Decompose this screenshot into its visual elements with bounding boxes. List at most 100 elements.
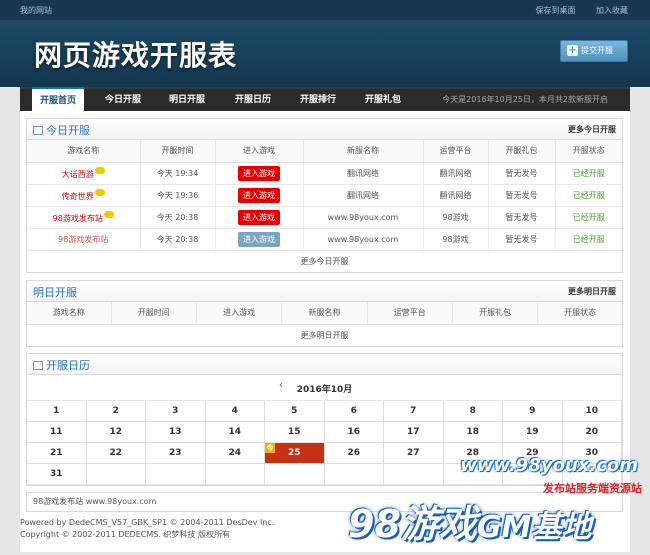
tomorrow-title: 明日开服 — [33, 286, 77, 299]
calendar-month: 2016年10月 — [296, 385, 353, 395]
col-header: 游戏名称 — [27, 302, 112, 325]
calendar-day-number: 24 — [228, 448, 242, 458]
nav-item-ranking[interactable]: 开服排行 — [300, 89, 336, 111]
calendar-day-number: 22 — [109, 448, 123, 458]
header: 网页游戏开服表 + 提交开服 — [0, 20, 650, 87]
today-more-row[interactable]: 更多今日开服 — [27, 251, 622, 272]
col-header: 进入游戏 — [196, 302, 283, 325]
calendar-day-number: 25 — [287, 448, 301, 458]
calendar-day[interactable]: 5 — [265, 401, 325, 422]
enter-game-button[interactable]: 进入游戏 — [238, 187, 280, 203]
today-table: 游戏名称 开服时间 进入游戏 新服名称 运营平台 开服礼包 开服状态 大话西游 … — [27, 140, 622, 251]
calendar-day[interactable]: 30 — [562, 443, 622, 464]
site-logo[interactable]: 网页游戏开服表 — [34, 34, 237, 74]
game-name-link[interactable]: 大话西游 — [62, 170, 94, 179]
calendar-day-number: 4 — [231, 406, 238, 416]
calendar-day[interactable]: 23 — [146, 443, 206, 464]
calendar-day[interactable]: 1 — [27, 401, 87, 422]
calendar-day[interactable]: 25 今 — [265, 443, 325, 464]
calendar-day[interactable]: 29 — [503, 443, 563, 464]
enter-game-button[interactable]: 进入游戏 — [238, 165, 280, 181]
new-badge-icon — [103, 210, 114, 218]
game-name-link[interactable]: 传奇世界 — [62, 192, 94, 201]
favorite-link[interactable]: 加入收藏 — [596, 6, 628, 15]
calendar-day-number: 8 — [469, 406, 476, 416]
calendar-day[interactable]: 4 — [205, 401, 265, 422]
calendar-day[interactable]: 7 — [384, 401, 444, 422]
calendar-day-number: 11 — [49, 427, 63, 437]
server-name: 翻讯网络 — [303, 162, 424, 185]
calendar-empty-cell — [503, 464, 563, 485]
calendar-day[interactable]: 17 — [384, 422, 444, 443]
nav-item-today[interactable]: 今日开服 — [105, 89, 141, 111]
platform: 98游戏 — [423, 228, 489, 251]
calendar-day-number: 17 — [406, 427, 420, 437]
calendar-day-number: 28 — [466, 448, 480, 458]
calendar-day-number: 16 — [347, 427, 361, 437]
calendar-day[interactable]: 24 — [205, 443, 265, 464]
calendar-day[interactable]: 21 — [27, 443, 87, 464]
calendar-day-number: 13 — [168, 427, 182, 437]
calendar-day[interactable]: 18 — [443, 422, 503, 443]
list-icon — [33, 126, 43, 135]
enter-game-button[interactable]: 进入游戏 — [238, 231, 280, 247]
open-time: 今天 19:36 — [140, 184, 216, 207]
game-name-link[interactable]: 98游戏发布站 — [58, 235, 108, 244]
platform: 翻讯网络 — [423, 162, 489, 185]
calendar-day[interactable]: 10 — [562, 401, 622, 422]
calendar-title: 开服日历 — [46, 359, 90, 372]
calendar-grid: 1 2 3 4 5 6 7 8 9 10 11 12 13 14 15 16 17 18 19 20 21 22 23 24 2… — [27, 401, 622, 485]
calendar-day[interactable]: 20 — [562, 422, 622, 443]
calendar-empty-cell — [86, 464, 146, 485]
calendar-day[interactable]: 9 — [503, 401, 563, 422]
submit-server-button[interactable]: + 提交开服 — [560, 40, 628, 62]
enter-game-button[interactable]: 进入游戏 — [238, 209, 280, 225]
col-header: 开服礼包 — [488, 140, 556, 163]
calendar-day-number: 12 — [109, 427, 123, 437]
calendar-day-number: 5 — [291, 406, 298, 416]
table-row: 98游戏发布站 今天 20:38 进入游戏 www.98youx.com 98游… — [27, 228, 622, 251]
game-name-link[interactable]: 98游戏发布站 — [53, 214, 103, 223]
tomorrow-more-link[interactable]: 更多明日开服 — [568, 286, 616, 297]
tomorrow-more-row[interactable]: 更多明日开服 — [27, 325, 622, 346]
nav-item-calendar[interactable]: 开服日历 — [235, 89, 271, 111]
calendar-day[interactable]: 31 — [27, 464, 87, 485]
calendar-day[interactable]: 22 — [86, 443, 146, 464]
submit-server-label: 提交开服 — [581, 46, 613, 55]
calendar-day[interactable]: 8 — [443, 401, 503, 422]
calendar-day[interactable]: 12 — [86, 422, 146, 443]
calendar-day[interactable]: 28 — [443, 443, 503, 464]
calendar-day-number: 21 — [49, 448, 63, 458]
nav-item-gift[interactable]: 开服礼包 — [365, 89, 401, 111]
save-desktop-link[interactable]: 保存到桌面 — [535, 6, 575, 15]
calendar-day[interactable]: 14 — [205, 422, 265, 443]
nav-item-home[interactable]: 开服首页 — [32, 87, 85, 113]
calendar-day[interactable]: 26 — [324, 443, 384, 464]
calendar-day-number: 31 — [49, 469, 63, 479]
calendar-day[interactable]: 13 — [146, 422, 206, 443]
table-row: 大话西游 今天 19:34 进入游戏 翻讯网络 翻讯网络 暂无发号 已经开服 — [27, 162, 622, 185]
calendar-day[interactable]: 19 — [503, 422, 563, 443]
calendar-day[interactable]: 11 — [27, 422, 87, 443]
gift: 暂无发号 — [488, 184, 556, 207]
calendar-day-number: 26 — [347, 448, 361, 458]
friend-links[interactable]: 98游戏发布站 www.98youx.com — [26, 492, 623, 512]
gift: 暂无发号 — [488, 228, 556, 251]
calendar-empty-cell — [384, 464, 444, 485]
open-time: 今天 20:38 — [140, 206, 216, 229]
calendar-day[interactable]: 15 — [265, 422, 325, 443]
calendar-day[interactable]: 16 — [324, 422, 384, 443]
tomorrow-panel: 明日开服 更多明日开服 游戏名称 开服时间 进入游戏 新服名称 运营平台 开服礼… — [26, 280, 623, 347]
new-badge-icon — [94, 166, 105, 174]
col-header: 运营平台 — [423, 140, 489, 163]
calendar-day[interactable]: 27 — [384, 443, 444, 464]
nav-item-tomorrow[interactable]: 明日开服 — [169, 89, 205, 111]
calendar-header: ‹ 2016年10月 — [27, 375, 622, 401]
platform: 翻讯网络 — [423, 184, 489, 207]
today-more-link[interactable]: 更多今日开服 — [568, 124, 616, 135]
site-link[interactable]: 我的网站 — [20, 5, 52, 16]
calendar-day[interactable]: 2 — [86, 401, 146, 422]
calendar-day[interactable]: 3 — [146, 401, 206, 422]
calendar-empty-cell — [146, 464, 206, 485]
calendar-day[interactable]: 6 — [324, 401, 384, 422]
